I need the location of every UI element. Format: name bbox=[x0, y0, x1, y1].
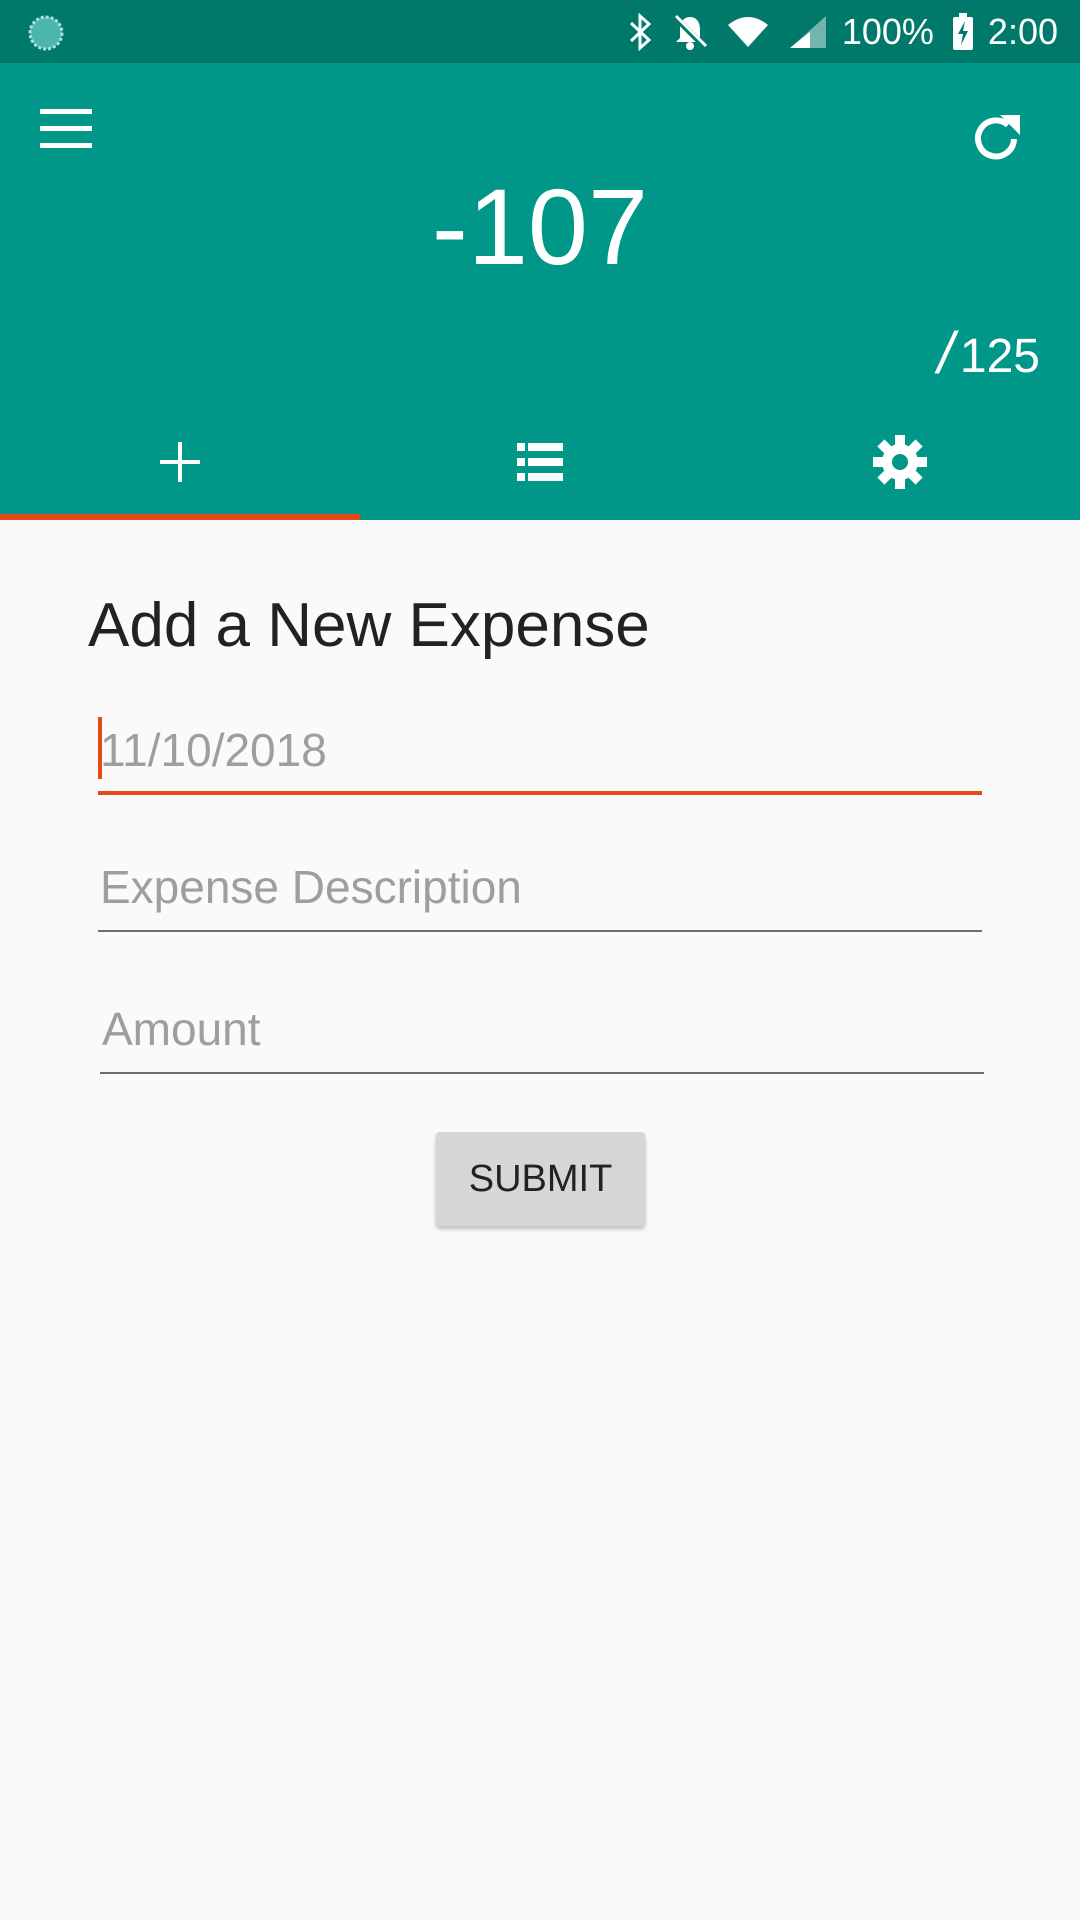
description-field-underline bbox=[98, 930, 982, 932]
description-field bbox=[98, 842, 982, 932]
balance-amount: -107 bbox=[431, 166, 649, 287]
amount-field-underline bbox=[100, 1072, 984, 1074]
tab-bar bbox=[0, 403, 1080, 520]
loading-icon bbox=[28, 15, 64, 51]
refresh-button[interactable] bbox=[966, 109, 1026, 179]
budget-amount: 125 bbox=[959, 330, 1040, 383]
date-field-underline bbox=[98, 791, 982, 795]
menu-icon bbox=[40, 109, 92, 148]
cell-signal-icon bbox=[788, 14, 828, 50]
form-title: Add a New Expense bbox=[88, 591, 650, 660]
amount-input[interactable] bbox=[100, 984, 984, 1074]
description-input[interactable] bbox=[98, 842, 982, 932]
tab-add-expense[interactable] bbox=[0, 403, 360, 520]
list-icon bbox=[517, 442, 563, 481]
add-icon bbox=[160, 441, 200, 482]
battery-charging-icon bbox=[952, 12, 974, 51]
settings-icon bbox=[873, 434, 927, 489]
budget-total: / 125 bbox=[938, 325, 1040, 383]
status-bar: 100% 2:00 bbox=[0, 0, 1080, 63]
amount-field bbox=[100, 984, 984, 1074]
notifications-off-icon bbox=[672, 13, 708, 51]
wifi-icon bbox=[726, 15, 770, 49]
menu-button[interactable] bbox=[40, 109, 104, 165]
date-input[interactable] bbox=[98, 705, 982, 795]
bluetooth-icon bbox=[628, 12, 654, 51]
battery-percent: 100% bbox=[841, 10, 934, 52]
tab-settings[interactable] bbox=[720, 403, 1080, 520]
app-bar: -107 / 125 bbox=[0, 63, 1080, 520]
status-icons: 100% 2:00 bbox=[610, 0, 1058, 63]
tab-expense-list[interactable] bbox=[360, 403, 720, 520]
refresh-icon bbox=[975, 115, 1020, 160]
date-field bbox=[98, 705, 982, 795]
clock: 2:00 bbox=[987, 10, 1058, 52]
text-cursor bbox=[98, 717, 102, 779]
submit-button[interactable]: SUBMIT bbox=[436, 1132, 645, 1226]
budget-slash: / bbox=[937, 321, 954, 386]
